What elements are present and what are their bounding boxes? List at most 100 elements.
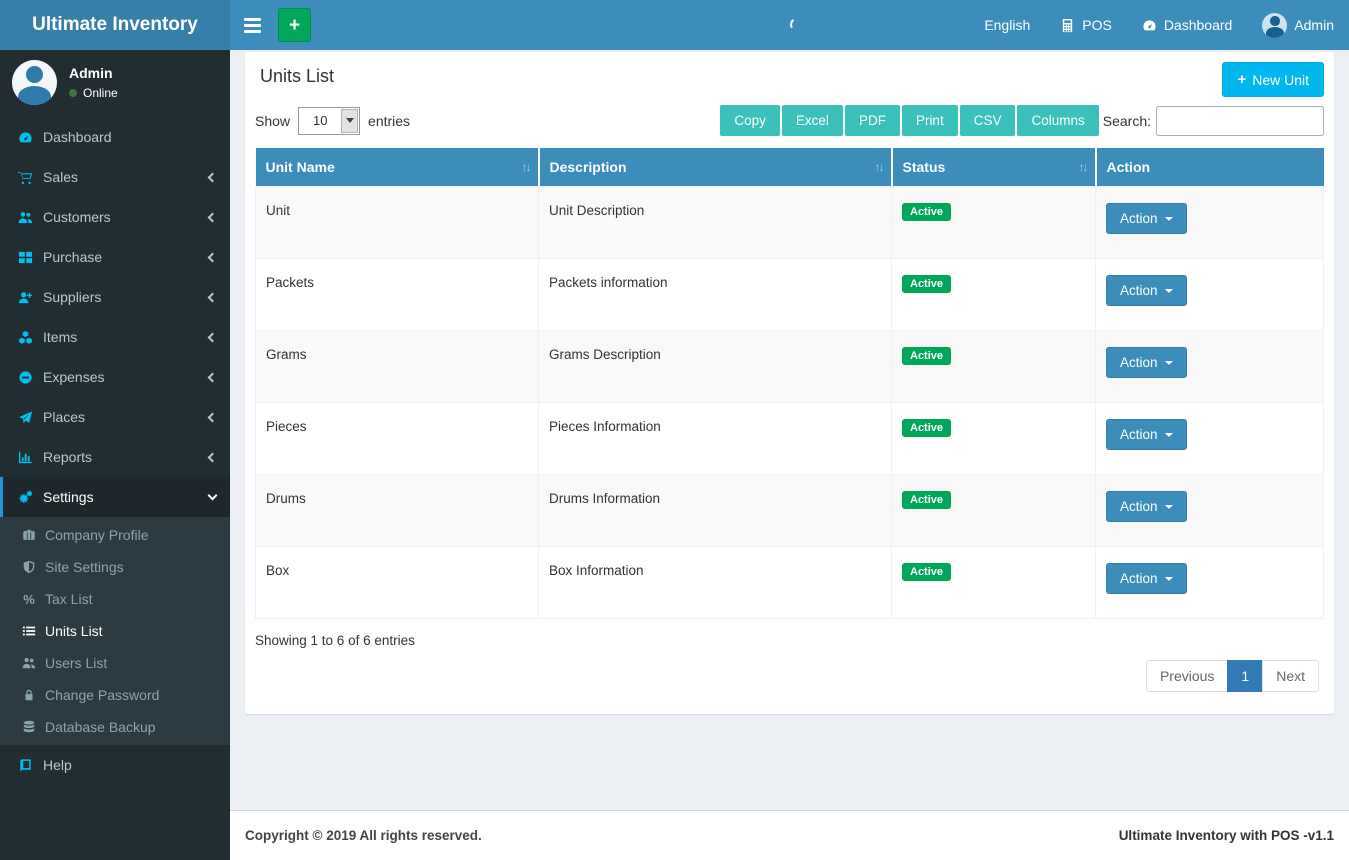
sidebar-item-database-backup[interactable]: Database Backup [0, 711, 230, 743]
sidebar-item-company-profile[interactable]: Company Profile [0, 519, 230, 551]
table-row: Drums Drums Information Active Action [256, 475, 1324, 547]
pdf-button[interactable]: PDF [845, 105, 900, 136]
action-dropdown-button[interactable]: Action [1106, 347, 1187, 378]
sidebar-item-users-list[interactable]: Users List [0, 647, 230, 679]
sidebar-item-settings[interactable]: Settings Company Profile Site Settings %… [0, 477, 230, 745]
column-header-description[interactable]: Description↑↓ [539, 148, 892, 187]
caret-down-icon [1165, 217, 1173, 221]
pagination-page-1-button[interactable]: 1 [1227, 660, 1263, 692]
action-dropdown-button[interactable]: Action [1106, 563, 1187, 594]
action-dropdown-button[interactable]: Action [1106, 419, 1187, 450]
copy-button[interactable]: Copy [720, 105, 780, 136]
page-length-select[interactable]: 10 [298, 107, 360, 135]
unit-name-cell: Box [256, 547, 539, 619]
version-text: Ultimate Inventory with POS -v1.1 [1119, 828, 1334, 843]
status-badge: Active [902, 563, 951, 581]
sidebar-item-reports[interactable]: Reports [0, 437, 230, 477]
search-input[interactable] [1156, 106, 1324, 136]
brand-logo[interactable]: Ultimate Inventory [0, 0, 230, 50]
sidebar-item-units-list[interactable]: Units List [0, 615, 230, 647]
caret-down-icon [1165, 433, 1173, 437]
columns-button[interactable]: Columns [1017, 105, 1098, 136]
pagination: Previous 1 Next [255, 654, 1324, 702]
sidebar-toggle-button[interactable] [230, 0, 274, 50]
dashboard-icon [18, 130, 33, 145]
column-header-unit-name[interactable]: Unit Name↑↓ [256, 148, 539, 187]
chevron-down-icon [208, 491, 218, 501]
card-header: Units List +New Unit [245, 52, 1334, 95]
caret-down-icon [1165, 577, 1173, 581]
sidebar-item-items[interactable]: Items [0, 317, 230, 357]
chevron-left-icon [208, 452, 218, 462]
language-menu[interactable]: English [969, 0, 1045, 50]
status-cell: Active [892, 547, 1096, 619]
chevron-left-icon [208, 372, 218, 382]
navbar-menu: English POS Dashboard Admin [969, 0, 1349, 50]
online-status-icon [69, 89, 77, 97]
user-avatar [1262, 13, 1287, 38]
sidebar-item-expenses[interactable]: Expenses [0, 357, 230, 397]
dashboard-link[interactable]: Dashboard [1127, 0, 1248, 50]
users-icon [18, 210, 33, 225]
sidebar-item-places[interactable]: Places [0, 397, 230, 437]
description-cell: Pieces Information [539, 403, 892, 475]
units-list-card: Units List +New Unit Show 10 entries Cop… [245, 52, 1334, 714]
sidebar-item-customers[interactable]: Customers [0, 197, 230, 237]
sort-icon[interactable]: ↑↓ [875, 160, 883, 174]
dashboard-icon [1142, 18, 1157, 33]
units-table: Unit Name↑↓ Description↑↓ Status↑↓ Actio… [255, 148, 1324, 619]
pagination-next-button[interactable]: Next [1262, 660, 1319, 692]
sidebar-item-help[interactable]: Help [0, 745, 230, 785]
unit-name-cell: Grams [256, 331, 539, 403]
plus-icon: + [289, 16, 300, 35]
action-dropdown-button[interactable]: Action [1106, 491, 1187, 522]
action-cell: Action [1096, 187, 1324, 259]
minus-circle-icon [18, 370, 33, 385]
print-button[interactable]: Print [902, 105, 958, 136]
table-header-row: Unit Name↑↓ Description↑↓ Status↑↓ Actio… [256, 148, 1324, 187]
table-row: Box Box Information Active Action [256, 547, 1324, 619]
action-cell: Action [1096, 331, 1324, 403]
sidebar-user-status: Online [69, 86, 118, 100]
sort-icon[interactable]: ↑↓ [1079, 160, 1087, 174]
action-cell: Action [1096, 259, 1324, 331]
action-dropdown-button[interactable]: Action [1106, 203, 1187, 234]
csv-button[interactable]: CSV [960, 105, 1016, 136]
status-cell: Active [892, 187, 1096, 259]
main-content: Units List +New Unit Show 10 entries Cop… [230, 52, 1349, 714]
pos-link[interactable]: POS [1045, 0, 1127, 50]
pagination-previous-button[interactable]: Previous [1146, 660, 1228, 692]
action-dropdown-button[interactable]: Action [1106, 275, 1187, 306]
gears-icon [18, 490, 33, 505]
excel-button[interactable]: Excel [782, 105, 843, 136]
list-icon [22, 624, 36, 638]
cart-icon [18, 170, 33, 185]
copyright-text: Copyright © 2019 All rights reserved. [245, 828, 482, 843]
book-icon [18, 758, 33, 773]
description-cell: Box Information [539, 547, 892, 619]
percent-icon: % [22, 592, 36, 607]
sidebar-menu: Dashboard Sales Customers Purchase Suppl… [0, 117, 230, 785]
sidebar-item-change-password[interactable]: Change Password [0, 679, 230, 711]
new-unit-button[interactable]: +New Unit [1222, 62, 1324, 97]
quick-add-button[interactable]: + [278, 8, 311, 42]
chevron-left-icon [208, 212, 218, 222]
sidebar-item-purchase[interactable]: Purchase [0, 237, 230, 277]
table-toolbar: Show 10 entries Copy Excel PDF Print CSV [255, 95, 1324, 148]
description-cell: Packets information [539, 259, 892, 331]
sidebar-item-dashboard[interactable]: Dashboard [0, 117, 230, 157]
sidebar-item-site-settings[interactable]: Site Settings [0, 551, 230, 583]
column-header-status[interactable]: Status↑↓ [892, 148, 1096, 187]
plus-icon: + [1237, 71, 1246, 88]
navbar: + English POS Dashboard Admin [230, 0, 1349, 50]
status-cell: Active [892, 475, 1096, 547]
user-menu[interactable]: Admin [1247, 0, 1349, 50]
sidebar-item-sales[interactable]: Sales [0, 157, 230, 197]
chevron-left-icon [208, 252, 218, 262]
sidebar-item-suppliers[interactable]: Suppliers [0, 277, 230, 317]
shield-icon [22, 560, 36, 574]
sort-icon[interactable]: ↑↓ [522, 160, 530, 174]
sidebar-item-tax-list[interactable]: % Tax List [0, 583, 230, 615]
toolbar-right: Copy Excel PDF Print CSV Columns Search: [718, 105, 1324, 136]
table-row: Grams Grams Description Active Action [256, 331, 1324, 403]
